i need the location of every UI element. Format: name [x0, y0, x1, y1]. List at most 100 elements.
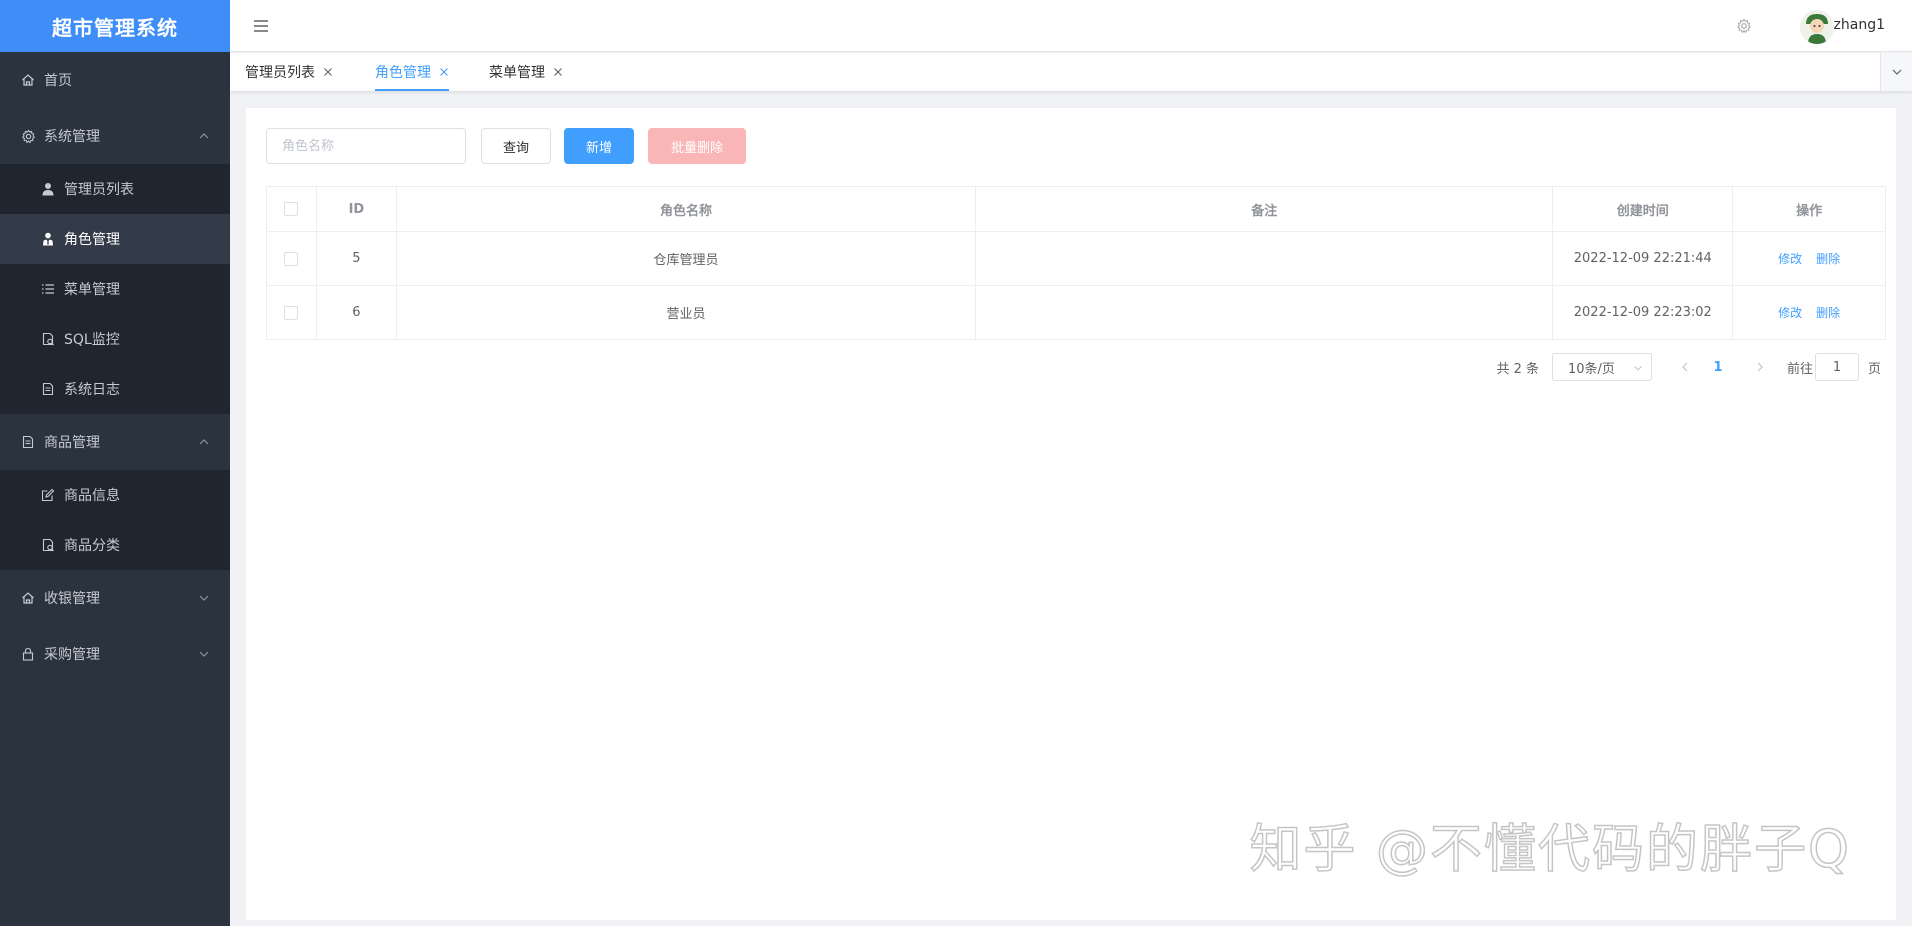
chevron-up-icon	[198, 130, 210, 142]
lock-icon	[20, 646, 36, 662]
chevron-up-icon	[198, 436, 210, 448]
goto-label: 前往	[1786, 361, 1813, 377]
sidebar-item-purchase[interactable]: 采购管理	[0, 626, 230, 682]
category-icon	[40, 537, 56, 553]
column-header-role-name: 角色名称	[397, 187, 977, 231]
cell-created-time: 2022-12-09 22:23:02	[1553, 286, 1734, 339]
cell-remark	[976, 232, 1554, 285]
home-icon	[20, 72, 36, 88]
delete-link[interactable]: 删除	[1816, 304, 1840, 321]
cell-id: 6	[317, 286, 397, 339]
list-icon	[40, 281, 56, 297]
cell-actions: 修改 删除	[1733, 286, 1885, 339]
pagination-total: 共 2 条	[1496, 361, 1539, 377]
role-table: ID 角色名称 备注 创建时间 操作 5 仓库管理员 2022-12-09 22…	[266, 186, 1886, 340]
column-header-created-time: 创建时间	[1553, 187, 1734, 231]
home-icon	[20, 590, 36, 606]
sidebar-item-label: 商品分类	[64, 538, 120, 554]
sidebar: 超市管理系统 首页 系统管理 管理员列表 角色管理 菜单管理 SQL监控 系统日…	[0, 0, 230, 926]
tab-label: 菜单管理	[489, 65, 545, 81]
cell-actions: 修改 删除	[1733, 232, 1885, 285]
page-number-current[interactable]: 1	[1708, 353, 1728, 381]
user-avatar[interactable]	[1800, 10, 1834, 44]
prev-page-chevron-icon[interactable]	[1679, 361, 1691, 373]
app-logo-title: 超市管理系统	[0, 0, 230, 52]
watermark-text: 知乎 @不懂代码的胖子Q	[1249, 819, 1851, 881]
sidebar-item-label: 系统日志	[64, 382, 120, 398]
sidebar-item-label: 采购管理	[44, 647, 100, 663]
pagination: 共 2 条 10条/页 1 前往 页	[246, 353, 1896, 381]
sidebar-item-cashier[interactable]: 收银管理	[0, 570, 230, 626]
cell-role-name: 营业员	[397, 286, 977, 339]
username[interactable]: zhang1	[1834, 17, 1885, 33]
table-row: 5 仓库管理员 2022-12-09 22:21:44 修改 删除	[267, 232, 1885, 286]
top-header: zhang1	[230, 0, 1912, 52]
monitor-icon	[40, 331, 56, 347]
sidebar-item-label: 商品管理	[44, 435, 100, 451]
tab-admin-list[interactable]: 管理员列表	[245, 53, 333, 91]
tab-label: 角色管理	[375, 65, 431, 81]
sidebar-item-role-management[interactable]: 角色管理	[0, 214, 230, 264]
sidebar-item-goods-info[interactable]: 商品信息	[0, 470, 230, 520]
document-icon	[40, 381, 56, 397]
tab-label: 管理员列表	[245, 65, 315, 81]
column-header-remark: 备注	[976, 187, 1554, 231]
table-row: 6 营业员 2022-12-09 22:23:02 修改 删除	[267, 286, 1885, 339]
goto-page-input[interactable]	[1815, 353, 1859, 381]
settings-gear-icon[interactable]	[1736, 18, 1752, 34]
sidebar-item-menu-management[interactable]: 菜单管理	[0, 264, 230, 314]
cell-created-time: 2022-12-09 22:21:44	[1553, 232, 1734, 285]
next-page-chevron-icon[interactable]	[1754, 361, 1766, 373]
sidebar-item-system-log[interactable]: 系统日志	[0, 364, 230, 414]
query-button[interactable]: 查询	[481, 128, 551, 164]
chevron-down-icon	[1891, 66, 1903, 78]
close-icon[interactable]	[439, 67, 449, 77]
row-select-cell[interactable]	[267, 286, 317, 339]
row-checkbox[interactable]	[284, 251, 299, 266]
hamburger-menu-icon[interactable]	[252, 17, 270, 35]
sidebar-item-admin-list[interactable]: 管理员列表	[0, 164, 230, 214]
sidebar-item-goods[interactable]: 商品管理	[0, 414, 230, 470]
close-icon[interactable]	[323, 67, 333, 77]
edit-link[interactable]: 修改	[1778, 250, 1802, 267]
cell-role-name: 仓库管理员	[397, 232, 977, 285]
main-content-card: 查询 新增 批量删除 ID 角色名称 备注 创建时间 操作 5 仓库管理员 20…	[246, 108, 1896, 920]
sidebar-item-sql-monitor[interactable]: SQL监控	[0, 314, 230, 364]
close-icon[interactable]	[553, 67, 563, 77]
row-checkbox[interactable]	[284, 305, 299, 320]
submenu-goods: 商品信息 商品分类	[0, 470, 230, 570]
cell-remark	[976, 286, 1554, 339]
sidebar-item-label: SQL监控	[64, 332, 120, 348]
sidebar-item-label: 菜单管理	[64, 282, 120, 298]
tab-role-management[interactable]: 角色管理	[375, 53, 449, 91]
chevron-down-icon	[198, 592, 210, 604]
delete-link[interactable]: 删除	[1816, 250, 1840, 267]
role-name-search-input[interactable]	[266, 128, 466, 164]
select-all-checkbox[interactable]	[284, 202, 299, 216]
batch-delete-button[interactable]: 批量删除	[648, 128, 746, 164]
row-select-cell[interactable]	[267, 232, 317, 285]
table-header-row: ID 角色名称 备注 创建时间 操作	[267, 187, 1885, 232]
add-button[interactable]: 新增	[564, 128, 634, 164]
page-size-value: 10条/页	[1568, 361, 1615, 377]
edit-link[interactable]: 修改	[1778, 304, 1802, 321]
tabs-dropdown-button[interactable]	[1880, 53, 1912, 91]
submenu-system: 管理员列表 角色管理 菜单管理 SQL监控 系统日志	[0, 164, 230, 414]
sidebar-item-system[interactable]: 系统管理	[0, 108, 230, 164]
document-icon	[20, 434, 36, 450]
edit-icon	[40, 487, 56, 503]
sidebar-item-home[interactable]: 首页	[0, 52, 230, 108]
column-header-id: ID	[317, 187, 397, 231]
sidebar-item-label: 商品信息	[64, 488, 120, 504]
gear-icon	[20, 128, 36, 144]
sidebar-item-label: 系统管理	[44, 129, 100, 145]
sidebar-item-goods-category[interactable]: 商品分类	[0, 520, 230, 570]
chevron-down-icon	[1633, 363, 1643, 373]
column-header-actions: 操作	[1796, 203, 1823, 219]
chevron-down-icon	[198, 648, 210, 660]
page-suffix-label: 页	[1867, 361, 1881, 377]
tab-menu-management[interactable]: 菜单管理	[489, 53, 563, 91]
header-select-all[interactable]	[267, 187, 317, 231]
sidebar-item-label: 角色管理	[64, 232, 120, 248]
page-size-select[interactable]: 10条/页	[1552, 353, 1652, 381]
